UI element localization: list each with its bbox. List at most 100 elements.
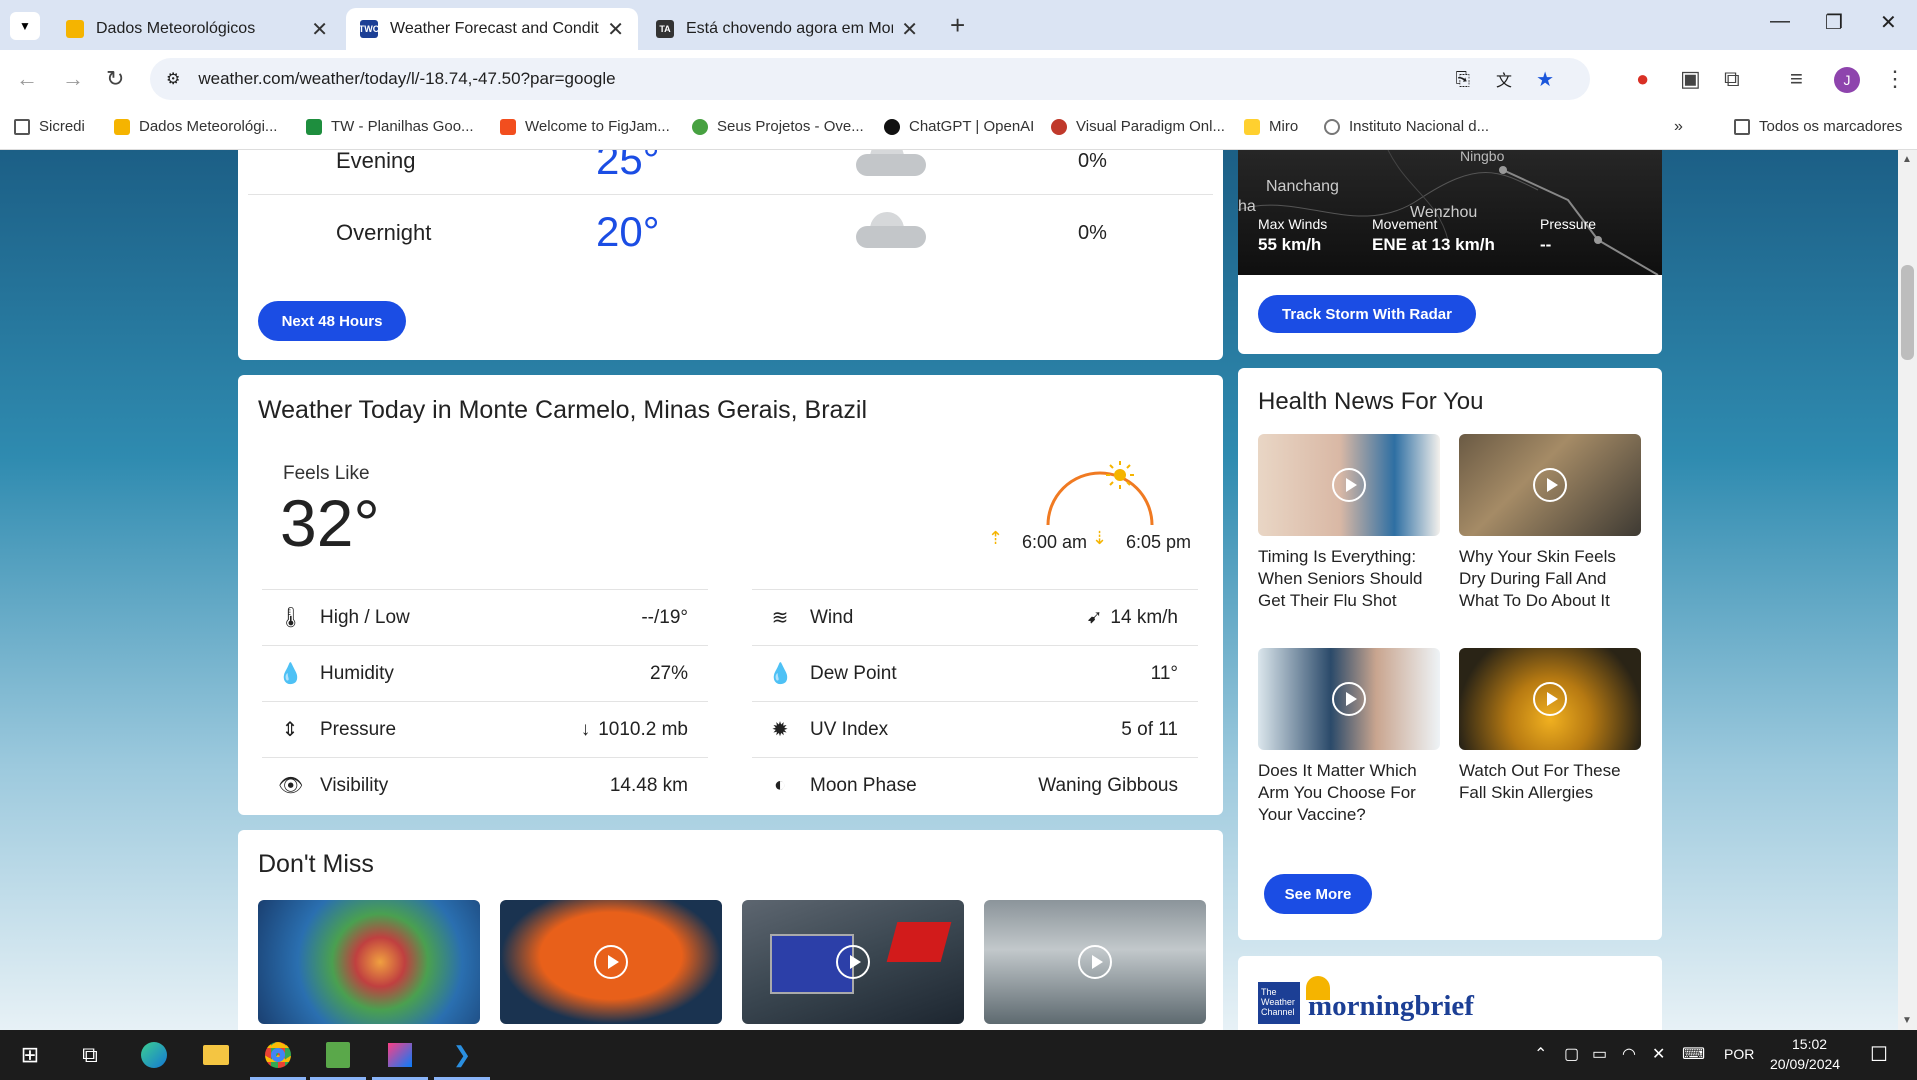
translate-icon[interactable]: 文 [1496,67,1512,91]
video-thumbnail-storm-satellite[interactable] [258,900,480,1024]
news-headline[interactable]: Timing Is Everything: When Seniors Shoul… [1258,546,1443,612]
clock-time[interactable]: 15:02 [1792,1036,1827,1052]
more-bookmarks-chevron-icon[interactable]: » [1674,118,1683,136]
new-tab-plus-icon[interactable]: + [950,10,965,41]
clock-date[interactable]: 20/09/2024 [1770,1056,1840,1072]
scroll-down-arrow-icon[interactable]: ▼ [1902,1015,1912,1026]
map-city-label: Ningbo [1460,150,1505,164]
site-info-icon[interactable]: ⚙ [166,69,180,89]
edge-icon[interactable] [138,1040,170,1070]
video-thumbnail-waves[interactable] [984,900,1206,1024]
dont-miss-card: Don't Miss [238,830,1223,1030]
volume-muted-icon[interactable]: ✕ [1652,1044,1665,1064]
install-app-icon[interactable]: ⎘ [1456,69,1470,90]
map-city-label: Nanchang [1266,178,1339,195]
weather-favicon-icon [114,118,130,135]
video-thumbnail-florida[interactable] [742,900,964,1024]
sunset-icon: ⇣ [1092,528,1108,548]
media-control-icon[interactable]: ≡ [1790,66,1803,92]
detail-uv-index: ✹ UV Index 5 of 11 [752,701,1198,757]
bookmark-tw-planilhas[interactable]: TW - Planilhas Goo... [306,118,474,135]
language-indicator[interactable]: POR [1724,1046,1754,1062]
bookmark-sicredi[interactable]: Sicredi [14,118,85,135]
detail-humidity: 💧 Humidity 27% [262,645,708,701]
page-title: Weather Today in Monte Carmelo, Minas Ge… [258,396,868,424]
see-more-button[interactable]: See More [1264,874,1372,914]
news-headline[interactable]: Watch Out For These Fall Skin Allergies [1459,760,1644,804]
intellij-icon[interactable] [372,1040,428,1080]
sun-arc-icon [1046,461,1154,526]
tab-dados-meteorologicos[interactable]: Dados Meteorológicos ✕ [52,8,342,50]
close-window-icon[interactable]: ✕ [1880,10,1897,35]
close-tab-icon[interactable]: ✕ [607,17,624,42]
moon-phase-icon: ◐ [773,774,787,796]
battery-icon[interactable]: ▭ [1592,1044,1607,1064]
extensions-puzzle-icon[interactable]: ⧉ [1724,66,1740,92]
news-headline[interactable]: Why Your Skin Feels Dry During Fall And … [1459,546,1644,612]
weather-favicon-icon [66,20,84,38]
feels-like-label: Feels Like [283,463,370,484]
news-thumbnail-flu-shot[interactable] [1258,434,1440,536]
tab-esta-chovendo[interactable]: TA Está chovendo agora em Monte ✕ [642,8,932,50]
bookmark-chatgpt[interactable]: ChatGPT | OpenAI [884,118,1034,135]
notifications-icon[interactable]: ☐ [1870,1042,1888,1067]
all-bookmarks[interactable]: Todos os marcadores [1734,118,1902,135]
sheets-icon [306,118,322,135]
bookmark-projetos[interactable]: Seus Projetos - Ove... [692,118,864,135]
file-explorer-icon[interactable] [200,1040,232,1070]
play-icon [1533,468,1567,502]
wifi-icon[interactable]: ◠ [1622,1044,1636,1064]
bookmarks-bar: Sicredi Dados Meteorológi... TW - Planil… [0,108,1917,150]
close-tab-icon[interactable]: ✕ [311,17,328,42]
bookmark-inmet[interactable]: Instituto Nacional d... [1324,118,1489,135]
play-icon [836,945,870,979]
reload-icon[interactable]: ↻ [106,66,124,92]
spreadsheet-app-icon[interactable] [310,1040,366,1080]
address-text[interactable]: weather.com/weather/today/l/-18.74,-47.5… [198,69,615,89]
news-thumbnail-allergies[interactable] [1459,648,1641,750]
scrollbar-thumb[interactable] [1901,265,1914,360]
scroll-up-arrow-icon[interactable]: ▲ [1902,154,1912,165]
tab-weather-forecast[interactable]: TWC Weather Forecast and Condition ✕ [346,8,638,50]
task-view-icon[interactable]: ⧉ [74,1040,106,1070]
show-hidden-icons-icon[interactable]: ⌃ [1534,1044,1547,1064]
close-tab-icon[interactable]: ✕ [901,17,918,42]
back-icon[interactable]: ← [16,66,38,92]
vscode-icon[interactable]: ❯ [434,1040,490,1080]
restore-icon[interactable]: ❐ [1825,10,1843,35]
weather-channel-favicon-icon: TWC [359,20,379,38]
menu-kebab-icon[interactable]: ⋮ [1884,66,1906,92]
news-thumbnail-vaccine-arm[interactable] [1258,648,1440,750]
browser-toolbar: ← → ↻ ⚙ weather.com/weather/today/l/-18.… [0,50,1917,108]
extension-badge-icon[interactable]: ● [1636,66,1649,92]
bookmark-dados[interactable]: Dados Meteorológi... [114,118,277,135]
bookmark-visual-paradigm[interactable]: Visual Paradigm Onl... [1051,118,1225,135]
bookmark-star-icon[interactable]: ★ [1536,67,1554,92]
keyboard-icon[interactable]: ⌨ [1682,1044,1705,1064]
windows-start-icon[interactable]: ⊞ [14,1040,46,1070]
meet-now-icon[interactable]: ▢ [1564,1044,1579,1064]
minimize-icon[interactable]: — [1770,10,1790,33]
play-icon [594,945,628,979]
bookmark-miro[interactable]: Miro [1244,118,1298,135]
forward-icon[interactable]: → [62,66,84,92]
visual-paradigm-icon [1051,118,1067,135]
profile-avatar[interactable]: J [1834,67,1860,93]
sunset-time: 6:05 pm [1126,532,1192,552]
track-storm-button[interactable]: Track Storm With Radar [1258,295,1476,333]
bookmark-figjam[interactable]: Welcome to FigJam... [500,118,670,135]
detail-high-low: 🌡 High / Low --/19° [262,589,708,645]
chrome-icon[interactable] [250,1040,306,1080]
pressure-icon: ⇕ [281,719,299,741]
tab-search-button[interactable]: ▼ [10,12,40,40]
news-headline[interactable]: Does It Matter Which Arm You Choose For … [1258,760,1443,826]
globe-icon [1324,118,1340,135]
health-news-card: Health News For You Timing Is Everything… [1238,368,1662,940]
video-thumbnail-us-map[interactable] [500,900,722,1024]
play-icon [1332,682,1366,716]
news-thumbnail-dry-skin[interactable] [1459,434,1641,536]
address-bar[interactable]: ⚙ weather.com/weather/today/l/-18.74,-47… [150,58,1590,100]
extension-icon[interactable]: ▣ [1680,66,1701,92]
next-48-hours-button[interactable]: Next 48 Hours [258,301,406,341]
page-scrollbar[interactable]: ▲ ▼ [1898,150,1917,1030]
